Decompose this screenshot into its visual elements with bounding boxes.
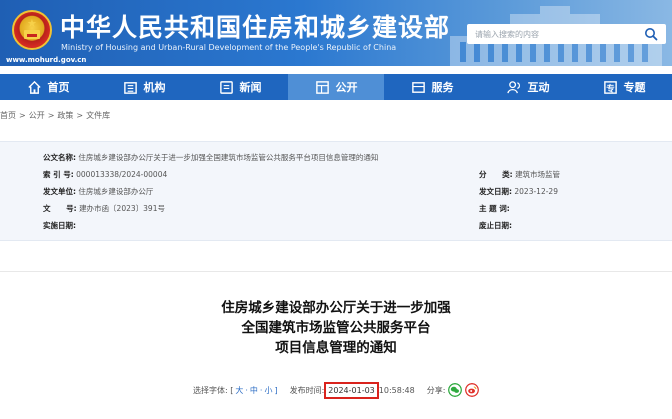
- wechat-share-icon[interactable]: [448, 383, 463, 397]
- article-title: 住房城乡建设部办公厅关于进一步加强 全国建筑市场监管公共服务平台 项目信息管理的…: [0, 298, 672, 358]
- font-small-button[interactable]: 小: [264, 386, 272, 395]
- font-size-label: 选择字体: [: [193, 385, 234, 395]
- publish-date-highlight: 2024-01-03: [324, 381, 379, 399]
- breadcrumb-separator: >: [47, 111, 55, 120]
- nav-label: 公开: [335, 81, 358, 94]
- breadcrumb-item-policy[interactable]: 政策: [57, 111, 73, 120]
- nav-item-interact[interactable]: 互动: [480, 74, 576, 100]
- publish-time-value: 10:58:48: [378, 385, 415, 395]
- nav-item-news[interactable]: 新闻: [192, 74, 288, 100]
- search-icon[interactable]: [644, 27, 658, 41]
- breadcrumb: 首页 > 公开 > 政策 > 文件库: [0, 110, 110, 122]
- meta-issue-date: 发文日期: 2023-12-29: [479, 187, 558, 196]
- meta-keywords: 主 题 词:: [479, 204, 510, 213]
- nav-item-service[interactable]: 服务: [384, 74, 480, 100]
- nav-label: 机构: [143, 81, 166, 94]
- article-title-line: 全国建筑市场监管公共服务平台: [241, 320, 431, 336]
- site-subtitle: Ministry of Housing and Urban-Rural Deve…: [61, 43, 397, 52]
- svg-text:专: 专: [606, 83, 614, 93]
- home-icon: [27, 80, 41, 94]
- article-title-line: 住房城乡建设部办公厅关于进一步加强: [221, 300, 451, 316]
- topic-icon: 专: [603, 80, 617, 94]
- font-large-button[interactable]: 大: [235, 386, 243, 395]
- nav-label: 服务: [431, 81, 454, 94]
- article-toolbar: 选择字体: [大 · 中 · 小] 发布时间: 2024-01-03 10:58:48 分…: [193, 381, 480, 399]
- publish-time-label: 发布时间:: [289, 385, 325, 395]
- section-divider: [0, 271, 672, 272]
- meta-index-no: 索 引 号: 000013338/2024-00004: [43, 170, 168, 179]
- nav-item-home[interactable]: 首页: [0, 74, 96, 100]
- breadcrumb-item-library[interactable]: 文件库: [86, 111, 110, 120]
- weibo-share-icon[interactable]: [465, 383, 480, 397]
- meta-effective-date: 实施日期:: [43, 221, 76, 230]
- search-input[interactable]: [475, 24, 635, 44]
- breadcrumb-separator: >: [76, 111, 84, 120]
- site-title: 中华人民共和国住房和城乡建设部: [60, 13, 451, 42]
- national-emblem-icon: ★: [12, 10, 52, 50]
- document-meta-box: 公文名称: 住房城乡建设部办公厅关于进一步加强全国建筑市场监管公共服务平台项目信…: [0, 141, 672, 241]
- font-medium-button[interactable]: 中: [250, 386, 258, 395]
- breadcrumb-item-home[interactable]: 首页: [0, 111, 16, 120]
- nav-label: 专题: [623, 81, 646, 94]
- nav-label: 新闻: [239, 81, 262, 94]
- nav-item-org[interactable]: 机构: [96, 74, 192, 100]
- meta-expire-date: 废止日期:: [479, 221, 512, 230]
- service-icon: [411, 81, 425, 93]
- org-icon: [123, 81, 137, 94]
- meta-doc-name: 公文名称: 住房城乡建设部办公厅关于进一步加强全国建筑市场监管公共服务平台项目信…: [43, 153, 379, 162]
- news-icon: [219, 80, 233, 94]
- nav-item-open[interactable]: 公开: [288, 74, 384, 100]
- font-size-selector: 选择字体: [大 · 中 · 小]: [193, 385, 278, 395]
- breadcrumb-separator: >: [19, 111, 26, 120]
- article-title-line: 项目信息管理的通知: [275, 340, 397, 356]
- site-header: ★ 中华人民共和国住房和城乡建设部 Ministry of Housing an…: [0, 0, 672, 66]
- meta-issuer: 发文单位: 住房城乡建设部办公厅: [43, 187, 154, 196]
- site-url: www.mohurd.gov.cn: [6, 56, 87, 64]
- meta-doc-no: 文 号: 建办市函〔2023〕391号: [43, 204, 165, 213]
- nav-item-topic[interactable]: 专 专题: [576, 74, 672, 100]
- breadcrumb-item-open[interactable]: 公开: [29, 111, 45, 120]
- font-size-bracket: ]: [274, 385, 278, 395]
- share-label: 分享:: [426, 385, 446, 395]
- meta-category: 分 类: 建筑市场监管: [479, 170, 561, 179]
- nav-label: 互动: [527, 81, 550, 94]
- nav-label: 首页: [47, 81, 70, 94]
- search-box: [467, 24, 666, 44]
- interact-icon: [506, 80, 520, 93]
- open-icon: [315, 80, 329, 94]
- main-nav: 首页 机构 新闻 公开 服务 互动 专 专题: [0, 74, 672, 100]
